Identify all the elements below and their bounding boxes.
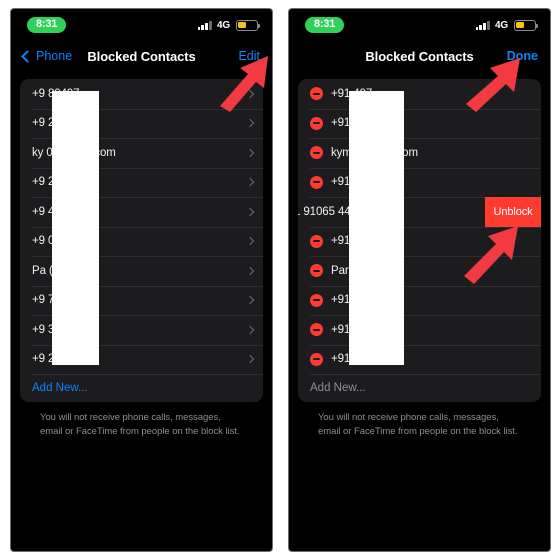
- add-new-label: Add New...: [310, 382, 366, 394]
- chevron-right-icon: [245, 119, 255, 128]
- minus-circle-icon[interactable]: [310, 87, 323, 101]
- status-indicators: 4G: [197, 19, 261, 31]
- table-row[interactable]: +91 68: [298, 344, 541, 375]
- contact-label: 1 91065 44: [298, 205, 351, 218]
- minus-circle-icon[interactable]: [310, 352, 323, 366]
- chevron-right-icon: [245, 266, 255, 275]
- table-row[interactable]: +91 83: [298, 285, 541, 316]
- chevron-right-icon: [245, 178, 255, 187]
- battery-low-power-icon: [236, 19, 261, 31]
- status-bar-right: 8:31 4G: [289, 9, 550, 41]
- table-row[interactable]: +91 636: [298, 167, 541, 198]
- screenshot-canvas: 8:31 4G Phone Blocked Contacts Edit +9 8…: [0, 0, 560, 560]
- chevron-right-icon: [245, 325, 255, 334]
- footer-note: You will not receive phone calls, messag…: [40, 412, 240, 437]
- arrow-to-done-button: [466, 58, 520, 112]
- add-new-label: Add New...: [32, 382, 88, 394]
- network-type-label: 4G: [495, 19, 508, 31]
- status-bar-left: 8:31 4G: [11, 9, 272, 41]
- add-new-button[interactable]: Add New...: [20, 374, 263, 402]
- chevron-right-icon: [245, 207, 255, 216]
- minus-circle-icon[interactable]: [310, 234, 323, 248]
- status-indicators: 4G: [475, 19, 539, 31]
- redaction-block: [52, 91, 99, 365]
- chevron-left-icon: [21, 49, 34, 63]
- chevron-right-icon: [245, 355, 255, 364]
- status-time-pill: 8:31: [27, 17, 67, 33]
- add-new-button[interactable]: Add New...: [298, 374, 541, 402]
- arrow-to-edit-button: [220, 56, 268, 112]
- cellular-bars-icon: [475, 20, 491, 30]
- minus-circle-icon[interactable]: [310, 323, 323, 337]
- chevron-right-icon: [245, 148, 255, 157]
- back-button[interactable]: Phone: [21, 49, 79, 63]
- cellular-bars-icon: [197, 20, 213, 30]
- network-type-label: 4G: [217, 19, 230, 31]
- table-row[interactable]: kym @gmail.com: [298, 138, 541, 168]
- table-row[interactable]: +91 539: [298, 315, 541, 345]
- minus-circle-icon[interactable]: [310, 175, 323, 189]
- arrow-to-unblock-button: [464, 226, 518, 284]
- minus-circle-icon[interactable]: [310, 293, 323, 307]
- status-time-pill: 8:31: [305, 17, 345, 33]
- minus-circle-icon[interactable]: [310, 264, 323, 278]
- back-button-label: Phone: [36, 49, 73, 63]
- chevron-right-icon: [245, 237, 255, 246]
- footer-note: You will not receive phone calls, messag…: [318, 412, 518, 437]
- minus-circle-icon[interactable]: [310, 116, 323, 130]
- battery-low-power-icon: [514, 19, 539, 31]
- minus-circle-icon[interactable]: [310, 146, 323, 160]
- chevron-right-icon: [245, 296, 255, 305]
- redaction-block: [349, 91, 404, 365]
